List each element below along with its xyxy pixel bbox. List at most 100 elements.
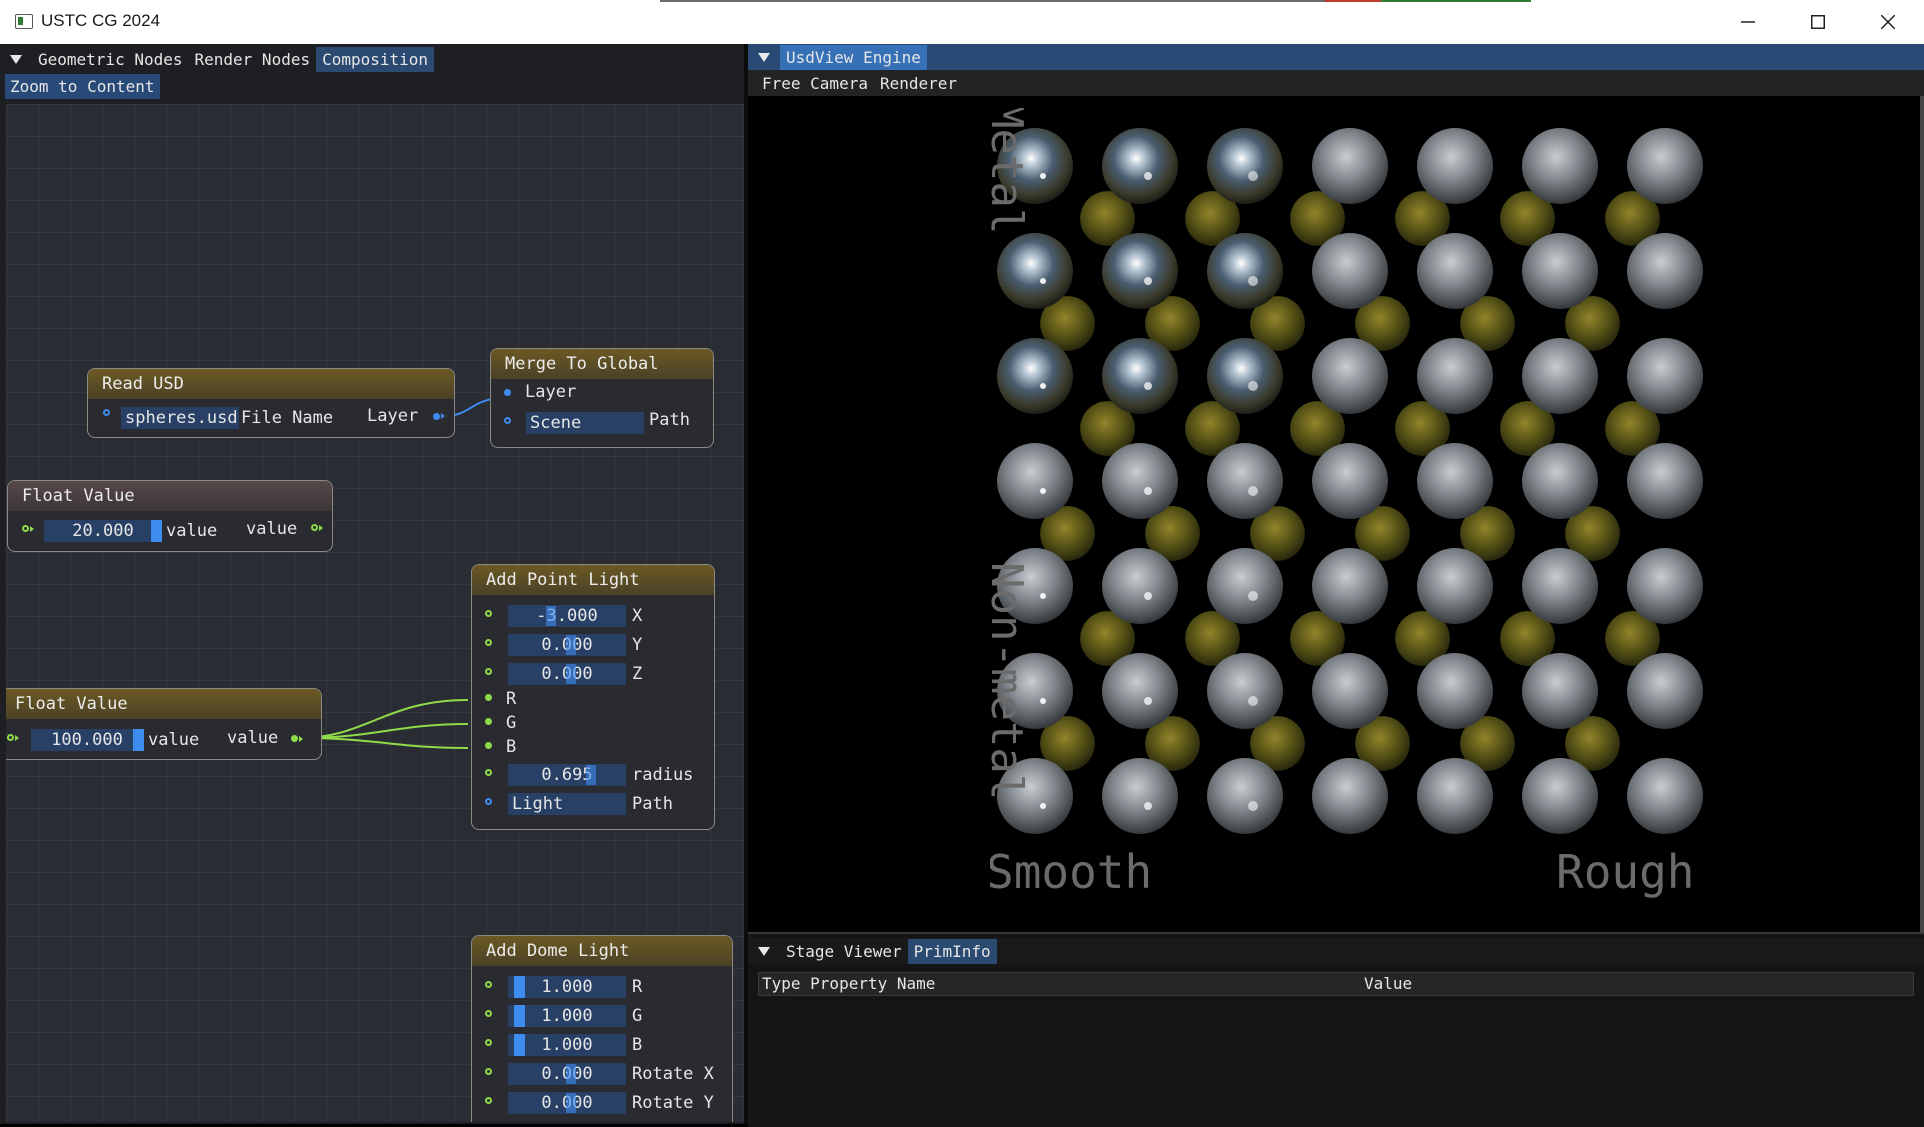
layer-output-pin[interactable] [433, 413, 440, 420]
tab-usdview-engine[interactable]: UsdView Engine [780, 44, 927, 70]
float-value-field[interactable]: 100.000 [31, 729, 143, 751]
r-input-pin[interactable] [485, 694, 492, 701]
text-cursor [586, 765, 596, 785]
minimize-button[interactable] [1713, 0, 1783, 44]
value-input-pin[interactable] [7, 734, 14, 741]
menu-renderer[interactable]: Renderer [874, 71, 963, 96]
node-merge-to-global[interactable]: Merge To Global Layer Scene Path [490, 348, 714, 448]
material-sphere [1207, 443, 1283, 519]
text-cursor [546, 606, 556, 626]
slider-knob[interactable] [151, 520, 162, 542]
layer-input-pin[interactable] [504, 389, 511, 396]
y-input-pin[interactable] [485, 639, 492, 646]
tab-geometric-nodes[interactable]: Geometric Nodes [32, 47, 189, 72]
material-sphere [1627, 128, 1703, 204]
metal-label: Metal [990, 108, 1032, 234]
path-input-pin[interactable] [485, 798, 492, 805]
material-sphere [1417, 758, 1493, 834]
path-input-pin[interactable] [504, 417, 511, 424]
maximize-button[interactable] [1783, 0, 1853, 44]
node-graph-canvas[interactable]: Read USD spheres.usd File Name Layer Mer… [6, 104, 744, 1122]
slider-knob[interactable] [514, 1034, 525, 1056]
tab-render-nodes[interactable]: Render Nodes [189, 47, 317, 72]
r-input-pin[interactable] [485, 981, 492, 988]
node-title: Add Dome Light [472, 936, 732, 966]
r-field[interactable]: 1.000 [508, 976, 626, 998]
collapse-triangle-icon[interactable] [10, 54, 22, 64]
material-sphere [1207, 233, 1283, 309]
z-label: Z [632, 664, 643, 684]
maximize-icon [1811, 15, 1825, 29]
value-output-label: value [246, 519, 298, 539]
g-input-pin[interactable] [485, 718, 492, 725]
file-name-field[interactable]: spheres.usd [121, 407, 239, 429]
node-add-point-light[interactable]: Add Point Light -3.000 X 0.000 Y 0.000 Z… [471, 564, 715, 830]
material-sphere [1627, 653, 1703, 729]
material-sphere [1102, 233, 1178, 309]
tab-composition[interactable]: Composition [316, 46, 435, 72]
b-input-pin[interactable] [485, 742, 492, 749]
b-field[interactable]: 1.000 [508, 1034, 626, 1056]
x-input-pin[interactable] [485, 610, 492, 617]
path-field[interactable]: Light [508, 793, 626, 815]
pin-arrow-icon [15, 735, 19, 741]
value-output-pin[interactable] [311, 524, 318, 531]
pin-arrow-icon [299, 736, 303, 742]
layer-output-label: Layer [367, 406, 419, 426]
rotate-y-input-pin[interactable] [485, 1097, 492, 1104]
input-pin[interactable] [103, 409, 110, 416]
material-sphere [1312, 758, 1388, 834]
x-label: X [632, 606, 643, 626]
close-button[interactable] [1853, 0, 1923, 44]
g-input-pin[interactable] [485, 1010, 492, 1017]
material-sphere [1417, 128, 1493, 204]
x-field[interactable]: -3.000 [508, 605, 626, 627]
slider-knob[interactable] [514, 1005, 525, 1027]
rotate-x-input-pin[interactable] [485, 1068, 492, 1075]
link-b [299, 737, 469, 749]
material-sphere [1417, 653, 1493, 729]
zoom-to-content-button[interactable]: Zoom to Content [5, 74, 160, 99]
titlebar-accent-green [1381, 0, 1531, 2]
node-float-value[interactable]: Float Value 100.000 value value [6, 688, 322, 760]
r-label: R [506, 689, 517, 709]
b-input-pin[interactable] [485, 1039, 492, 1046]
tab-priminfo[interactable]: PrimInfo [907, 938, 997, 964]
node-read-usd[interactable]: Read USD spheres.usd File Name Layer [87, 368, 455, 438]
node-float-value[interactable]: Float Value 20.000 value value [7, 480, 333, 552]
path-label: Path [649, 410, 690, 430]
slider-knob[interactable] [514, 976, 525, 998]
material-sphere [1102, 128, 1178, 204]
viewport-scrollbar[interactable] [1920, 96, 1924, 934]
material-sphere [1627, 758, 1703, 834]
b-label: B [632, 1035, 643, 1055]
pin-arrow-icon [441, 413, 445, 419]
column-value: Value [1364, 974, 1413, 993]
value-output-pin[interactable] [291, 735, 298, 742]
collapse-triangle-icon[interactable] [758, 52, 770, 62]
tab-stage-viewer[interactable]: Stage Viewer [780, 939, 908, 964]
material-sphere [997, 338, 1073, 414]
slider-knob[interactable] [133, 729, 144, 751]
text-cursor [566, 664, 576, 684]
material-sphere [1522, 548, 1598, 624]
g-field[interactable]: 1.000 [508, 1005, 626, 1027]
collapse-triangle-icon[interactable] [758, 946, 770, 956]
value-input-pin[interactable] [22, 525, 29, 532]
window-titlebar: USTC CG 2024 [0, 0, 1924, 45]
z-input-pin[interactable] [485, 668, 492, 675]
float-value-field[interactable]: 20.000 [44, 520, 162, 542]
material-sphere [1417, 548, 1493, 624]
rotate-y-label: Rotate Y [632, 1093, 714, 1113]
render-viewport[interactable]: Metal Non-metal Smooth Rough [981, 102, 1720, 908]
material-sphere [1312, 233, 1388, 309]
radius-field[interactable]: 0.695 [508, 764, 626, 786]
usdview-menubar: Free Camera Renderer [748, 70, 1924, 96]
text-cursor [566, 1093, 576, 1113]
node-add-dome-light[interactable]: Add Dome Light 1.000 R 1.000 G 1.000 B 0… [471, 935, 733, 1122]
material-sphere [1102, 548, 1178, 624]
radius-input-pin[interactable] [485, 769, 492, 776]
menu-free-camera[interactable]: Free Camera [756, 71, 874, 96]
material-sphere [1522, 758, 1598, 834]
path-field[interactable]: Scene [526, 412, 644, 434]
